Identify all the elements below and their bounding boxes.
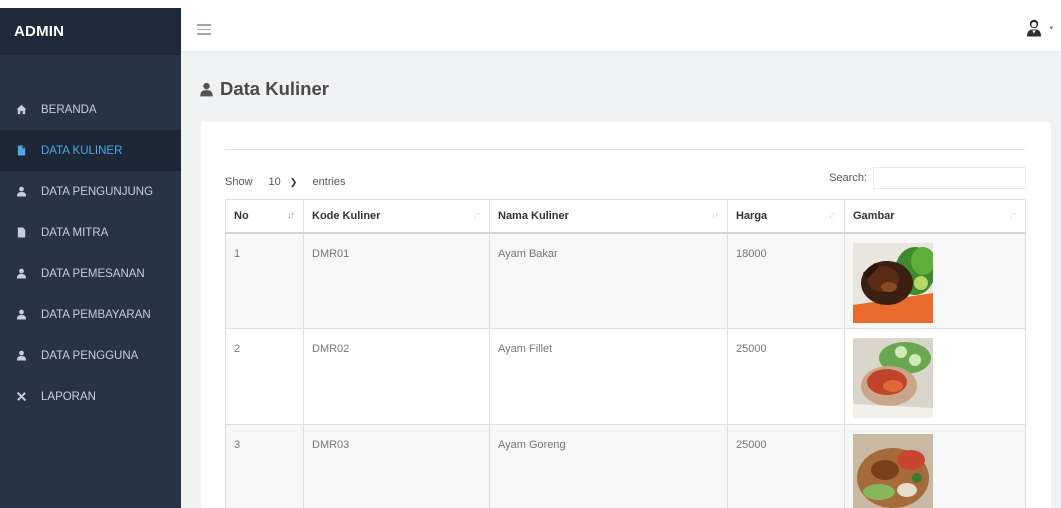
user-icon xyxy=(14,185,28,199)
sidebar-item-data-pengunjung[interactable]: DATA PENGUNJUNG xyxy=(0,171,181,212)
cell-harga: 18000 xyxy=(727,232,845,329)
column-label: Nama Kuliner xyxy=(498,209,569,222)
file-icon xyxy=(14,226,28,240)
ayam-bakar-image xyxy=(853,242,933,323)
sort-asc-icon: ↓↑ xyxy=(287,210,295,220)
page-title: Data Kuliner xyxy=(199,78,329,100)
column-header-no[interactable]: No ↓↑ xyxy=(225,199,304,234)
top-navbar: ▾ xyxy=(181,8,1061,52)
user-menu[interactable]: ▾ xyxy=(1026,19,1053,37)
app-window: ADMIN BERANDA DATA KULINER DATA PENGUNJU… xyxy=(0,0,1061,508)
cell-harga: 25000 xyxy=(727,328,845,425)
sort-icon: ↓↑ xyxy=(473,210,481,220)
user-icon xyxy=(200,82,213,96)
column-header-kode-kuliner[interactable]: Kode Kuliner ↓↑ xyxy=(303,199,490,234)
main-content: Data Kuliner Show 10 ❯ entries Search: N… xyxy=(181,52,1061,508)
cell-kode: DMR02 xyxy=(303,328,490,425)
page-title-text: Data Kuliner xyxy=(220,78,329,99)
show-label: Show xyxy=(225,176,253,188)
user-icon xyxy=(14,349,28,363)
column-label: No xyxy=(234,209,249,222)
table-row: 3 DMR03 Ayam Goreng 25000 xyxy=(225,424,1026,508)
sidebar-item-label: DATA PENGGUNA xyxy=(41,349,139,362)
column-header-nama-kuliner[interactable]: Nama Kuliner ↓↑ xyxy=(489,199,728,234)
sidebar-menu: BERANDA DATA KULINER DATA PENGUNJUNG DAT… xyxy=(0,89,181,417)
ayam-goreng-image xyxy=(853,434,933,508)
cell-no: 3 xyxy=(225,424,304,508)
search-control: Search: xyxy=(829,167,1026,189)
entries-label: entries xyxy=(312,176,346,188)
table-header-row: No ↓↑ Kode Kuliner ↓↑ Nama Kuliner ↓↑ Ha… xyxy=(225,199,1026,234)
cell-nama: Ayam Fillet xyxy=(489,328,728,425)
sidebar-item-label: DATA PEMESANAN xyxy=(41,267,145,280)
cell-gambar xyxy=(844,424,1026,508)
kuliner-table: No ↓↑ Kode Kuliner ↓↑ Nama Kuliner ↓↑ Ha… xyxy=(225,199,1026,508)
entries-length-control: Show 10 ❯ entries xyxy=(225,172,346,192)
data-card: Show 10 ❯ entries Search: No ↓↑ Kode Kul… xyxy=(201,122,1051,508)
cell-nama: Ayam Goreng xyxy=(489,424,728,508)
cell-nama: Ayam Bakar xyxy=(489,232,728,329)
tools-icon xyxy=(14,390,28,404)
table-row: 2 DMR02 Ayam Fillet 25000 xyxy=(225,328,1026,425)
search-label: Search: xyxy=(829,172,867,184)
cell-gambar xyxy=(844,328,1026,425)
cell-kode: DMR01 xyxy=(303,232,490,329)
entries-select[interactable]: 10 ❯ xyxy=(258,172,307,192)
sidebar-item-data-pembayaran[interactable]: DATA PEMBAYARAN xyxy=(0,294,181,335)
chevron-down-icon: ▾ xyxy=(1049,25,1053,32)
home-icon xyxy=(14,103,28,117)
divider xyxy=(225,149,1026,150)
sidebar-item-data-mitra[interactable]: DATA MITRA xyxy=(0,212,181,253)
sidebar-item-data-pemesanan[interactable]: DATA PEMESANAN xyxy=(0,253,181,294)
file-icon xyxy=(14,144,28,158)
sidebar-item-data-kuliner[interactable]: DATA KULINER xyxy=(0,130,181,171)
sidebar-item-label: DATA MITRA xyxy=(41,226,109,239)
cell-harga: 25000 xyxy=(727,424,845,508)
column-label: Gambar xyxy=(853,209,895,222)
sidebar-item-data-pengguna[interactable]: DATA PENGGUNA xyxy=(0,335,181,376)
sidebar: ADMIN BERANDA DATA KULINER DATA PENGUNJU… xyxy=(0,8,181,508)
sidebar-item-label: DATA PEMBAYARAN xyxy=(41,308,151,321)
cell-no: 2 xyxy=(225,328,304,425)
column-header-gambar[interactable]: Gambar ↓↑ xyxy=(844,199,1026,234)
sidebar-item-label: BERANDA xyxy=(41,103,97,116)
ayam-fillet-image xyxy=(853,338,933,418)
column-label: Harga xyxy=(736,209,768,222)
brand[interactable]: ADMIN xyxy=(0,8,181,55)
user-avatar-icon xyxy=(1027,19,1042,37)
cell-no: 1 xyxy=(225,232,304,329)
sidebar-item-label: DATA PENGUNJUNG xyxy=(41,185,154,198)
sidebar-item-beranda[interactable]: BERANDA xyxy=(0,89,181,130)
entries-value: 10 xyxy=(268,176,281,188)
sort-icon: ↓↑ xyxy=(1009,210,1017,220)
column-header-harga[interactable]: Harga ↓↑ xyxy=(727,199,845,234)
sidebar-item-label: LAPORAN xyxy=(41,390,96,403)
user-icon xyxy=(14,308,28,322)
cell-kode: DMR03 xyxy=(303,424,490,508)
table-row: 1 DMR01 Ayam Bakar 18000 xyxy=(225,232,1026,329)
sort-icon: ↓↑ xyxy=(828,210,836,220)
search-input[interactable] xyxy=(873,167,1026,189)
cell-gambar xyxy=(844,232,1026,329)
sidebar-item-laporan[interactable]: LAPORAN xyxy=(0,376,181,417)
sort-icon: ↓↑ xyxy=(711,210,719,220)
sidebar-item-label: DATA KULINER xyxy=(41,144,123,157)
column-label: Kode Kuliner xyxy=(312,209,381,222)
brand-title: ADMIN xyxy=(14,23,65,40)
hamburger-icon[interactable] xyxy=(197,24,211,35)
chevron-down-icon: ❯ xyxy=(289,176,298,187)
user-icon xyxy=(14,267,28,281)
